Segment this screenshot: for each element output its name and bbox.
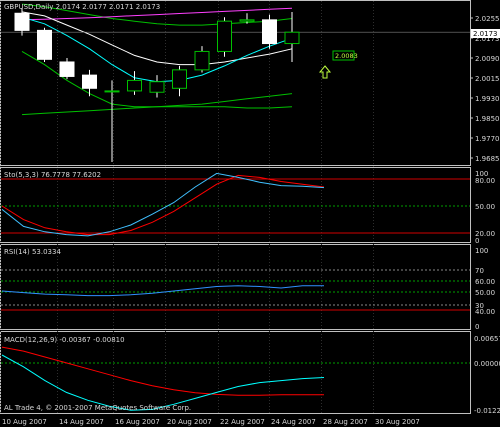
- stoch-axis: 10080.0050.0020.000: [475, 170, 495, 245]
- candle-body: [217, 20, 232, 52]
- stoch-tick-label: 50.00: [475, 203, 495, 211]
- candle-body: [14, 12, 30, 31]
- price-tick-label: 1.9685: [475, 155, 500, 163]
- rsi-tick-label: 70: [475, 267, 484, 275]
- rsi-tick-label: 40.00: [475, 308, 495, 316]
- date-axis: 10 Aug 2007 14 Aug 2007 16 Aug 2007 20 Aug …: [2, 418, 420, 426]
- date-label: 28 Aug 2007: [323, 418, 368, 426]
- candle-body: [37, 29, 52, 60]
- last-price-marker: 2.0173: [471, 29, 500, 38]
- price-tick-label: 1.9850: [475, 115, 500, 123]
- mid-price-box: 2.0083: [332, 50, 358, 61]
- price-tick-label: 1.9930: [475, 95, 500, 103]
- date-label: 22 Aug 2007: [220, 418, 265, 426]
- candle: [217, 17, 232, 57]
- price-tick-label: 2.0255: [475, 15, 500, 23]
- stoch-title: Sto(5,3,3) 76.7778 77.6202: [4, 171, 101, 179]
- candle-body: [127, 79, 142, 92]
- candle-body: [239, 19, 255, 22]
- candle-body: [59, 61, 75, 77]
- last-price-label: 2.0173: [473, 30, 498, 38]
- candle: [37, 27, 52, 62]
- price-tick-label: 2.0015: [475, 75, 500, 83]
- stoch-tick-label: 0: [475, 237, 479, 245]
- date-label: 20 Aug 2007: [167, 418, 212, 426]
- date-label: 24 Aug 2007: [271, 418, 316, 426]
- macd-tick-label: 0.00657: [474, 335, 500, 343]
- date-label: 16 Aug 2007: [115, 418, 160, 426]
- price-tick-label: 2.0090: [475, 55, 500, 63]
- candle-body: [149, 81, 165, 93]
- candle-body: [262, 19, 277, 45]
- date-label: 10 Aug 2007: [2, 418, 47, 426]
- candle-body: [104, 90, 120, 93]
- candle-body: [172, 69, 187, 89]
- watermark: AL Trade 4, © 2001-2007 MetaQuotes Softw…: [4, 404, 191, 412]
- rsi-tick-label: 0: [475, 323, 479, 331]
- candle-body: [284, 31, 300, 45]
- candle-body: [194, 50, 210, 71]
- rsi-tick-label: 50.00: [475, 289, 495, 297]
- mid-price-label: 2.0083: [335, 52, 358, 60]
- candle-body: [82, 74, 97, 89]
- macd-title: MACD(12,26,9) -0.00367 -0.00810: [4, 336, 125, 344]
- rsi-title: RSI(14) 53.0334: [4, 248, 61, 256]
- main-title: GBPUSD,Daily 2.0174 2.0177 2.0171 2.0173: [4, 3, 160, 11]
- macd-tick-label: -0.01221: [474, 407, 500, 415]
- macd-tick-label: 0.00000: [474, 360, 500, 368]
- date-label: 30 Aug 2007: [375, 418, 420, 426]
- rsi-tick-label: 60.00: [475, 278, 495, 286]
- price-tick-label: 1.9770: [475, 135, 500, 143]
- rsi-tick-label: 100: [475, 247, 488, 255]
- stoch-tick-label: 80.00: [475, 177, 495, 185]
- chart-window: 2.0255 2.0173 2.0090 2.0015 1.9930 1.9850 1.97…: [0, 0, 500, 427]
- candle: [262, 14, 277, 49]
- date-label: 14 Aug 2007: [59, 418, 104, 426]
